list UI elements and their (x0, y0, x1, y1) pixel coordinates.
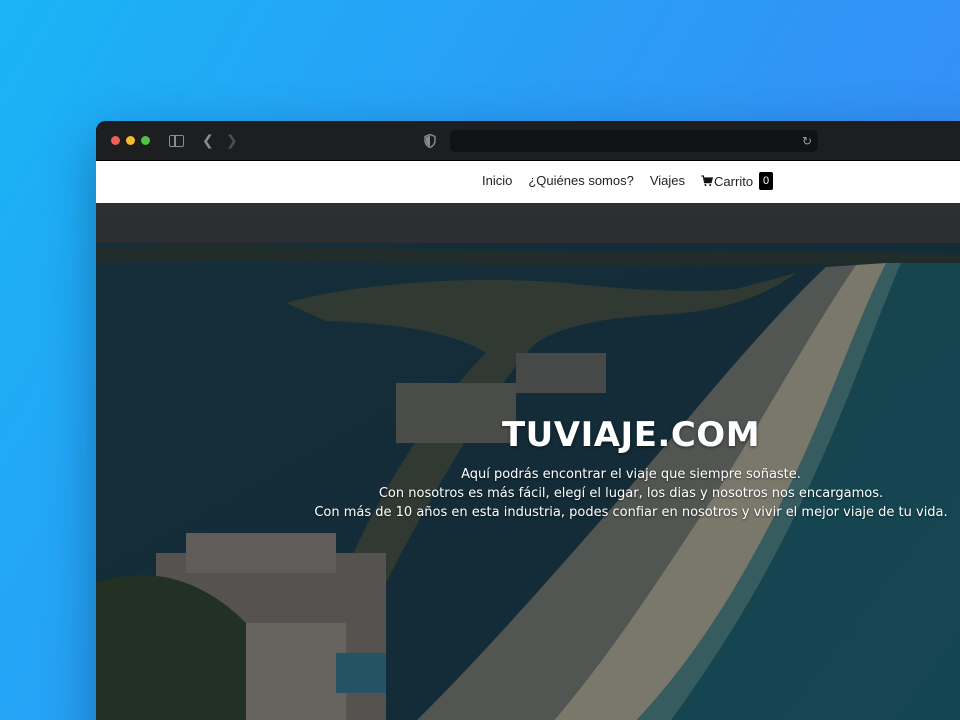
maximize-window-button[interactable] (141, 136, 150, 145)
browser-toolbar: ❮ ❯ ↻ (96, 121, 960, 161)
back-arrow-icon[interactable]: ❮ (202, 132, 214, 150)
hero-title: TUVIAJE.COM (501, 415, 761, 455)
hero-banner: TUVIAJE.COM Aquí podrás encontrar el via… (96, 203, 960, 720)
nav-link-viajes[interactable]: Viajes (650, 171, 685, 191)
web-page: Inicio ¿Quiénes somos? Viajes Carrito 0 (96, 161, 960, 720)
site-navbar: Inicio ¿Quiénes somos? Viajes Carrito 0 (96, 161, 960, 203)
close-window-button[interactable] (111, 136, 120, 145)
hero-line-2: Con nosotros es más fácil, elegí el luga… (378, 486, 884, 501)
nav-link-carrito[interactable]: Carrito 0 (701, 172, 774, 190)
address-bar[interactable]: ↻ (450, 130, 818, 152)
cart-count-badge: 0 (759, 172, 774, 190)
minimize-window-button[interactable] (126, 136, 135, 145)
shield-icon[interactable] (424, 134, 436, 148)
reload-icon[interactable]: ↻ (802, 133, 812, 149)
nav-link-inicio[interactable]: Inicio (482, 171, 512, 191)
browser-window: ❮ ❯ ↻ Inicio ¿Quiénes somos? Viajes Carr… (96, 121, 960, 720)
sidebar-icon[interactable] (169, 135, 184, 147)
cart-label: Carrito (714, 173, 754, 189)
hero-line-3: Con más de 10 años en esta industria, po… (314, 505, 948, 520)
hero-line-1: Aquí podrás encontrar el viaje que siemp… (461, 467, 801, 482)
hero-content: TUVIAJE.COM Aquí podrás encontrar el via… (306, 415, 956, 522)
nav-link-quienes-somos[interactable]: ¿Quiénes somos? (528, 171, 634, 191)
forward-arrow-icon[interactable]: ❯ (226, 132, 238, 150)
cart-icon (701, 175, 714, 186)
